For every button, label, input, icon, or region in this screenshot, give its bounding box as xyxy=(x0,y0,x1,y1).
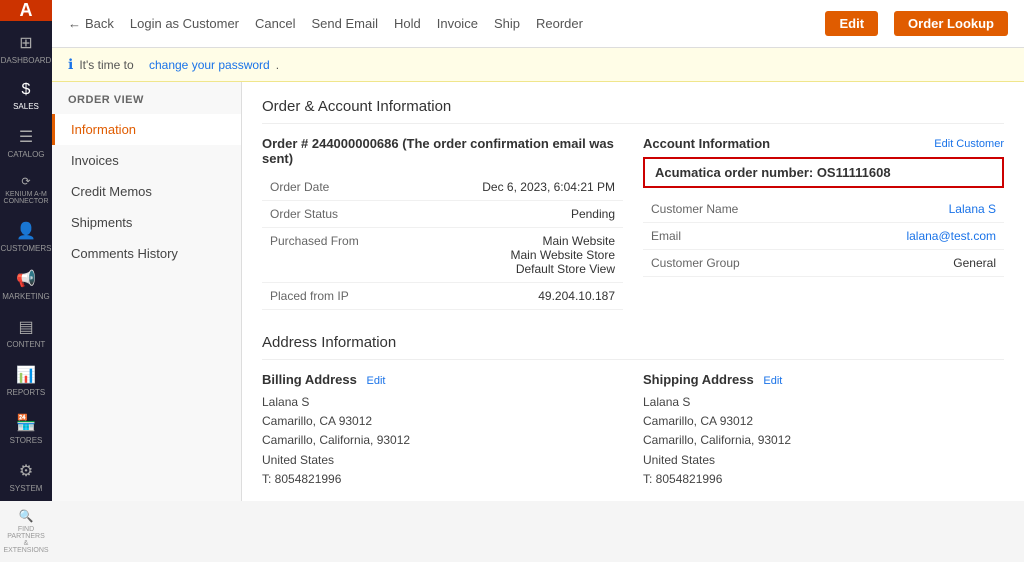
order-account-section-title: Order & Account Information xyxy=(262,98,1004,124)
placed-ip-label: Placed from IP xyxy=(262,283,372,310)
ship-button[interactable]: Ship xyxy=(494,16,520,31)
address-section-title: Address Information xyxy=(262,334,1004,360)
sidebar-item-sales[interactable]: $ SALES xyxy=(0,73,52,119)
topbar: ← Back Login as Customer Cancel Send Ema… xyxy=(52,0,1024,48)
content-icon: ▤ xyxy=(18,317,33,337)
customer-name-value: Lalana S xyxy=(753,196,1004,223)
main-content: Order & Account Information Order # 2440… xyxy=(242,82,1024,501)
sidebar-item-find-partners[interactable]: 🔍 FIND PARTNERS& EXTENSIONS xyxy=(0,501,52,562)
content-area: ORDER VIEW Information Invoices Credit M… xyxy=(52,82,1024,501)
order-header: Order # 244000000686 (The order confirma… xyxy=(262,136,623,166)
info-icon: ℹ xyxy=(68,56,73,73)
main-panel: ← Back Login as Customer Cancel Send Ema… xyxy=(52,0,1024,501)
sidebar-item-reports[interactable]: 📊 REPORTS xyxy=(0,357,52,405)
billing-edit-link[interactable]: Edit xyxy=(367,375,386,387)
order-lookup-button[interactable]: Order Lookup xyxy=(894,11,1008,36)
table-row: Placed from IP 49.204.10.187 xyxy=(262,283,623,310)
back-button[interactable]: ← Back xyxy=(68,16,114,31)
shipping-address-header: Shipping Address Edit xyxy=(643,372,1004,387)
shipping-address-text: Lalana S Camarillo, CA 93012 Camarillo, … xyxy=(643,393,1004,489)
billing-address-header: Billing Address Edit xyxy=(262,372,623,387)
customer-name-label: Customer Name xyxy=(643,196,753,223)
left-nav-item-information[interactable]: Information xyxy=(52,114,241,145)
send-email-button[interactable]: Send Email xyxy=(312,16,378,31)
address-grid: Billing Address Edit Lalana S Camarillo,… xyxy=(262,372,1004,489)
left-nav-item-invoices[interactable]: Invoices xyxy=(52,145,241,176)
email-value: lalana@test.com xyxy=(753,223,1004,250)
sidebar-item-stores[interactable]: 🏪 STORES xyxy=(0,405,52,453)
customer-group-label: Customer Group xyxy=(643,250,753,277)
account-info-panel: Account Information Edit Customer Acumat… xyxy=(643,136,1004,310)
purchased-from-value: Main Website Main Website Store Default … xyxy=(372,228,623,283)
acumatica-order-box: Acumatica order number: OS11111608 xyxy=(643,157,1004,188)
hold-button[interactable]: Hold xyxy=(394,16,421,31)
dashboard-icon: ⊞ xyxy=(19,33,32,53)
account-info-header: Account Information Edit Customer xyxy=(643,136,1004,151)
app-logo[interactable]: A xyxy=(0,0,52,21)
alert-bar: ℹ It's time to change your password. xyxy=(52,48,1024,82)
table-row: Purchased From Main Website Main Website… xyxy=(262,228,623,283)
table-row: Customer Group General xyxy=(643,250,1004,277)
order-account-grid: Order # 244000000686 (The order confirma… xyxy=(262,136,1004,310)
account-info-table: Customer Name Lalana S Email lalana@test… xyxy=(643,196,1004,277)
customers-icon: 👤 xyxy=(16,221,36,241)
sales-icon: $ xyxy=(22,81,31,99)
placed-ip-value: 49.204.10.187 xyxy=(372,283,623,310)
shipping-address-panel: Shipping Address Edit Lalana S Camarillo… xyxy=(643,372,1004,489)
change-password-link[interactable]: change your password xyxy=(149,58,270,72)
catalog-icon: ☰ xyxy=(19,127,33,147)
sidebar-item-catalog[interactable]: ☰ CATALOG xyxy=(0,119,52,167)
left-nav-item-credit-memos[interactable]: Credit Memos xyxy=(52,176,241,207)
billing-address-panel: Billing Address Edit Lalana S Camarillo,… xyxy=(262,372,623,489)
billing-address-text: Lalana S Camarillo, CA 93012 Camarillo, … xyxy=(262,393,623,489)
purchased-from-label: Purchased From xyxy=(262,228,372,283)
order-date-label: Order Date xyxy=(262,174,372,201)
left-nav-item-comments-history[interactable]: Comments History xyxy=(52,238,241,269)
reports-icon: 📊 xyxy=(16,365,36,385)
sidebar-item-customers[interactable]: 👤 CUSTOMERS xyxy=(0,213,52,261)
order-date-value: Dec 6, 2023, 6:04:21 PM xyxy=(372,174,623,201)
sidebar: A ⊞ DASHBOARD $ SALES ☰ CATALOG ⟳ KENIUM… xyxy=(0,0,52,501)
sidebar-item-system[interactable]: ⚙ SYSTEM xyxy=(0,453,52,501)
order-status-value: Pending xyxy=(372,201,623,228)
find-partners-icon: 🔍 xyxy=(19,509,34,523)
table-row: Customer Name Lalana S xyxy=(643,196,1004,223)
left-nav: ORDER VIEW Information Invoices Credit M… xyxy=(52,82,242,501)
table-row: Order Date Dec 6, 2023, 6:04:21 PM xyxy=(262,174,623,201)
marketing-icon: 📢 xyxy=(16,269,36,289)
shipping-edit-link[interactable]: Edit xyxy=(763,375,782,387)
order-info-table: Order Date Dec 6, 2023, 6:04:21 PM Order… xyxy=(262,174,623,310)
left-nav-title: ORDER VIEW xyxy=(52,94,241,114)
table-row: Order Status Pending xyxy=(262,201,623,228)
cancel-button[interactable]: Cancel xyxy=(255,16,295,31)
kenium-icon: ⟳ xyxy=(21,175,30,188)
sidebar-item-content[interactable]: ▤ CONTENT xyxy=(0,309,52,357)
sidebar-item-marketing[interactable]: 📢 MARKETING xyxy=(0,261,52,309)
order-info-panel: Order # 244000000686 (The order confirma… xyxy=(262,136,623,310)
table-row: Email lalana@test.com xyxy=(643,223,1004,250)
sidebar-item-kenium[interactable]: ⟳ KENIUM A-MCONNECTOR xyxy=(0,167,52,213)
reorder-button[interactable]: Reorder xyxy=(536,16,583,31)
edit-button[interactable]: Edit xyxy=(825,11,878,36)
stores-icon: 🏪 xyxy=(16,413,36,433)
invoice-button[interactable]: Invoice xyxy=(437,16,478,31)
system-icon: ⚙ xyxy=(19,461,33,481)
email-label: Email xyxy=(643,223,753,250)
order-status-label: Order Status xyxy=(262,201,372,228)
edit-customer-link[interactable]: Edit Customer xyxy=(934,138,1004,150)
login-as-customer-button[interactable]: Login as Customer xyxy=(130,16,239,31)
sidebar-item-dashboard[interactable]: ⊞ DASHBOARD xyxy=(0,25,52,73)
customer-group-value: General xyxy=(753,250,1004,277)
account-info-title: Account Information xyxy=(643,136,770,151)
left-nav-item-shipments[interactable]: Shipments xyxy=(52,207,241,238)
